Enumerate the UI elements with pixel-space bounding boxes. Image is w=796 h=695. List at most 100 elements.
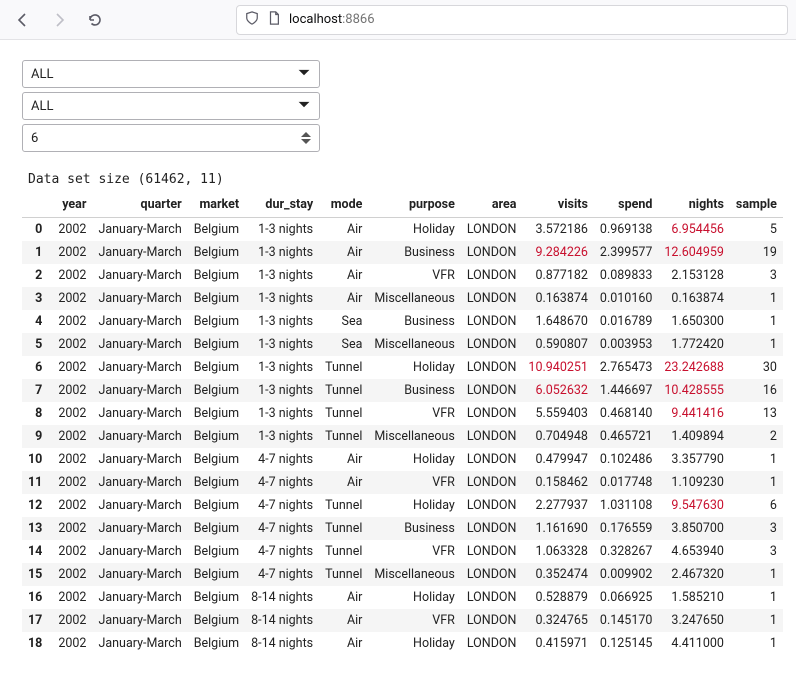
cell-visits: 10.940251	[522, 356, 594, 379]
spinner-down-icon[interactable]	[301, 138, 311, 145]
cell-spend: 0.066925	[594, 586, 658, 609]
cell-visits: 3.572186	[522, 218, 594, 242]
col-header-mode: mode	[319, 193, 368, 218]
cell-area: LONDON	[461, 264, 523, 287]
cell-year: 2002	[52, 287, 92, 310]
spinner-arrows[interactable]	[301, 127, 315, 149]
cell-sample: 5	[730, 218, 783, 242]
cell-year: 2002	[52, 586, 92, 609]
cell-nights: 23.242688	[658, 356, 730, 379]
cell-dur_stay: 4-7 nights	[245, 517, 319, 540]
cell-dur_stay: 4-7 nights	[245, 448, 319, 471]
cell-year: 2002	[52, 609, 92, 632]
cell-quarter: January-March	[92, 609, 187, 632]
cell-year: 2002	[52, 264, 92, 287]
cell-nights: 9.547630	[658, 494, 730, 517]
cell-quarter: January-March	[92, 448, 187, 471]
cell-sample: 1	[730, 563, 783, 586]
cell-spend: 1.446697	[594, 379, 658, 402]
cell-quarter: January-March	[92, 563, 187, 586]
table-row: 32002January-MarchBelgium1-3 nightsAirMi…	[22, 287, 783, 310]
cell-year: 2002	[52, 632, 92, 655]
cell-mode: Sea	[319, 333, 368, 356]
cell-sample: 6	[730, 494, 783, 517]
col-header-spend: spend	[594, 193, 658, 218]
url-bar[interactable]: localhost:8866	[236, 5, 788, 35]
forward-button[interactable]	[44, 5, 74, 35]
cell-spend: 0.328267	[594, 540, 658, 563]
cell-sample: 13	[730, 402, 783, 425]
table-header: yearquartermarketdur_staymodepurposearea…	[22, 193, 783, 218]
row-index: 0	[22, 218, 52, 242]
cell-mode: Tunnel	[319, 494, 368, 517]
cell-visits: 0.324765	[522, 609, 594, 632]
cell-purpose: VFR	[368, 471, 460, 494]
back-button[interactable]	[8, 5, 38, 35]
cell-nights: 1.650300	[658, 310, 730, 333]
cell-area: LONDON	[461, 402, 523, 425]
cell-mode: Air	[319, 287, 368, 310]
cell-quarter: January-March	[92, 356, 187, 379]
cell-nights: 2.467320	[658, 563, 730, 586]
cell-area: LONDON	[461, 218, 523, 242]
row-index: 14	[22, 540, 52, 563]
table-row: 122002January-MarchBelgium4-7 nightsTunn…	[22, 494, 783, 517]
col-header-nights: nights	[658, 193, 730, 218]
cell-sample: 1	[730, 287, 783, 310]
table-row: 22002January-MarchBelgium1-3 nightsAirVF…	[22, 264, 783, 287]
cell-nights: 9.441416	[658, 402, 730, 425]
cell-area: LONDON	[461, 241, 523, 264]
cell-nights: 2.153128	[658, 264, 730, 287]
cell-quarter: January-March	[92, 632, 187, 655]
row-index: 4	[22, 310, 52, 333]
cell-spend: 0.010160	[594, 287, 658, 310]
row-index: 16	[22, 586, 52, 609]
select-2-value: ALL	[31, 99, 53, 114]
cell-mode: Air	[319, 241, 368, 264]
cell-sample: 1	[730, 310, 783, 333]
table-row: 142002January-MarchBelgium4-7 nightsTunn…	[22, 540, 783, 563]
table-row: 12002January-MarchBelgium1-3 nightsAirBu…	[22, 241, 783, 264]
cell-area: LONDON	[461, 379, 523, 402]
cell-visits: 0.415971	[522, 632, 594, 655]
cell-quarter: January-March	[92, 333, 187, 356]
cell-dur_stay: 1-3 nights	[245, 425, 319, 448]
dataset-size-label: Data set size (61462, 11)	[22, 156, 774, 193]
cell-visits: 0.479947	[522, 448, 594, 471]
cell-sample: 3	[730, 517, 783, 540]
reload-button[interactable]	[80, 5, 110, 35]
cell-mode: Tunnel	[319, 517, 368, 540]
select-2[interactable]: ALL	[22, 92, 320, 120]
row-index: 9	[22, 425, 52, 448]
cell-nights: 1.409894	[658, 425, 730, 448]
cell-year: 2002	[52, 218, 92, 242]
cell-purpose: Business	[368, 379, 460, 402]
table-row: 162002January-MarchBelgium8-14 nightsAir…	[22, 586, 783, 609]
cell-market: Belgium	[188, 425, 245, 448]
row-index: 1	[22, 241, 52, 264]
cell-sample: 30	[730, 356, 783, 379]
cell-spend: 1.031108	[594, 494, 658, 517]
cell-quarter: January-March	[92, 471, 187, 494]
cell-purpose: VFR	[368, 540, 460, 563]
cell-market: Belgium	[188, 609, 245, 632]
cell-market: Belgium	[188, 448, 245, 471]
cell-mode: Tunnel	[319, 563, 368, 586]
cell-market: Belgium	[188, 494, 245, 517]
col-header-index	[22, 193, 52, 218]
cell-market: Belgium	[188, 287, 245, 310]
select-1[interactable]: ALL	[22, 60, 320, 88]
spinner-up-icon[interactable]	[301, 131, 311, 138]
cell-mode: Tunnel	[319, 540, 368, 563]
cell-quarter: January-March	[92, 540, 187, 563]
cell-mode: Air	[319, 448, 368, 471]
page-icon	[267, 11, 281, 29]
cell-year: 2002	[52, 379, 92, 402]
numeric-spinner[interactable]: 6	[22, 124, 320, 152]
cell-area: LONDON	[461, 287, 523, 310]
col-header-area: area	[461, 193, 523, 218]
cell-year: 2002	[52, 517, 92, 540]
cell-area: LONDON	[461, 333, 523, 356]
cell-purpose: Holiday	[368, 218, 460, 242]
cell-dur_stay: 1-3 nights	[245, 402, 319, 425]
